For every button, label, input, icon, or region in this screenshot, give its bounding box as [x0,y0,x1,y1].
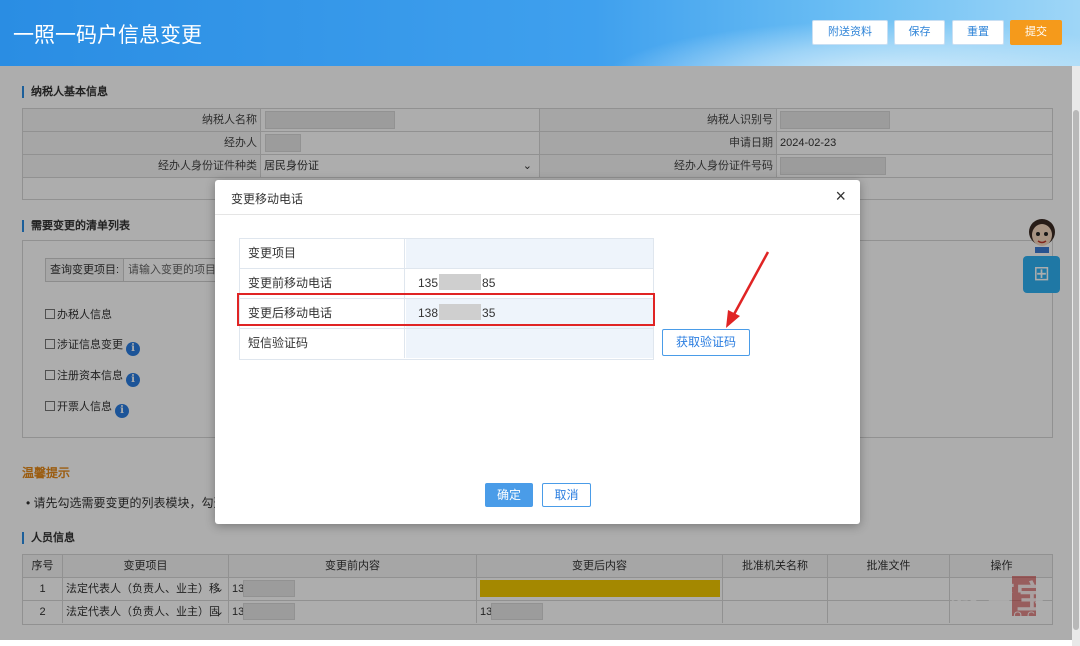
masked-digits [439,274,482,290]
submit-button[interactable]: 提交 [1010,20,1062,45]
reset-button[interactable]: 重置 [952,20,1004,45]
confirm-button[interactable]: 确定 [485,483,533,507]
form-row-change-item: 变更项目 [240,239,653,269]
get-code-button[interactable]: 获取验证码 [662,329,750,356]
attach-button[interactable]: 附送资料 [812,20,888,45]
old-mobile-suffix: 85 [482,276,496,290]
old-mobile-prefix: 135 [418,276,439,290]
form-row-sms-code: 短信验证码 [240,329,653,359]
change-mobile-dialog: 变更移动电话 × 变更项目 变更前移动电话 135 85 变更后移动电话 138 3… [215,180,860,524]
arrow-icon [726,251,770,328]
cancel-button[interactable]: 取消 [542,483,591,507]
dialog-divider [215,214,860,215]
scrollbar[interactable] [1073,110,1079,630]
page-title: 一照一码户信息变更 [13,23,202,47]
dialog-title: 变更移动电话 [231,192,304,206]
change-item-field[interactable] [406,239,653,268]
sms-code-input[interactable] [406,329,653,358]
highlight-box [237,293,655,326]
change-item-label: 变更项目 [240,239,405,268]
sms-code-label: 短信验证码 [240,329,405,358]
save-button[interactable]: 保存 [894,20,945,45]
page-header: 一照一码户信息变更 附送资料 保存 重置 提交 [0,0,1080,66]
close-icon[interactable]: × [835,186,846,207]
